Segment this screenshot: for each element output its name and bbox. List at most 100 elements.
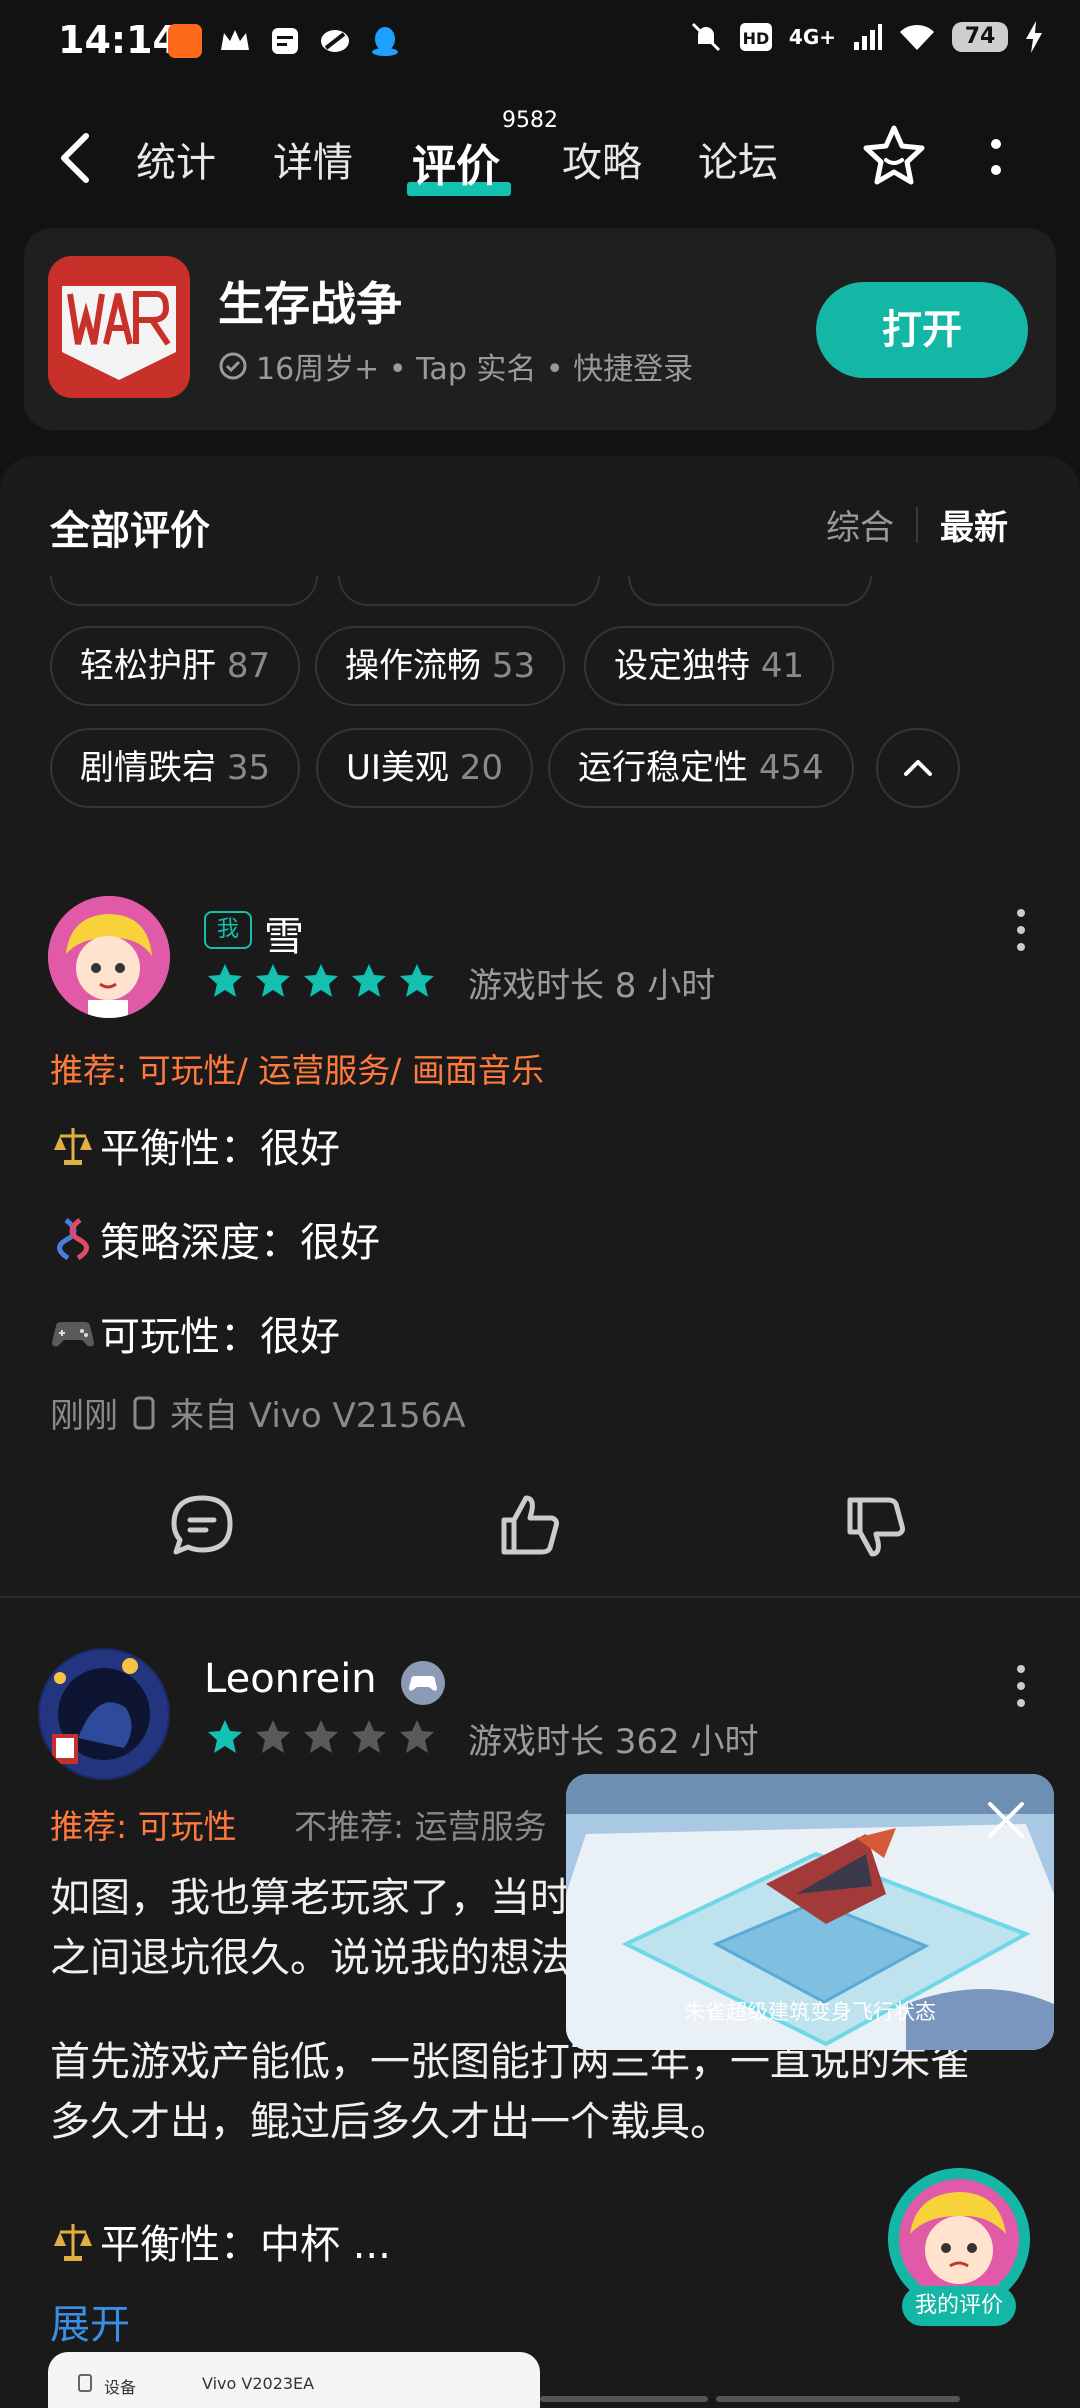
star-icon bbox=[400, 1720, 434, 1753]
taobao-notification-icon bbox=[168, 24, 202, 58]
crown-notification-icon bbox=[221, 30, 249, 50]
review-item-balance: 平衡性：中杯 ... bbox=[50, 2212, 391, 2270]
game-meta-text: 16周岁+ • Tap 实名 • 快捷登录 bbox=[256, 352, 694, 387]
review-time: 刚刚 bbox=[50, 1396, 118, 1436]
review-item-text: 平衡性：中杯 ... bbox=[100, 2222, 391, 2268]
review-device: 来自 Vivo V2156A bbox=[170, 1396, 466, 1436]
thumbs-up-icon[interactable] bbox=[496, 1490, 564, 1558]
tag-count: 20 bbox=[459, 748, 503, 788]
status-time: 14:14 bbox=[58, 18, 179, 62]
star-icon bbox=[208, 1720, 242, 1753]
reviews-panel: 全部评价 综合 最新 轻松护肝 87 操作流畅 53 设定独特 41 剧情跌宕 … bbox=[0, 456, 1080, 2408]
video-caption: 朱雀超级建筑变身飞行状态 bbox=[684, 2000, 936, 2024]
review-item-text: 平衡性：很好 bbox=[100, 1126, 340, 1172]
game-logo[interactable] bbox=[48, 256, 190, 398]
tag-label: 轻松护肝 bbox=[80, 646, 216, 686]
tag-chip[interactable]: UI美观 20 bbox=[316, 728, 533, 808]
tag-count: 454 bbox=[758, 748, 824, 788]
floating-video-player[interactable]: 朱雀超级建筑变身飞行状态 bbox=[566, 1774, 1054, 2050]
wifi-icon bbox=[900, 24, 934, 50]
tag-chip[interactable]: 操作流畅 53 bbox=[315, 626, 566, 706]
star-rating bbox=[206, 962, 436, 1000]
app-notification-icon bbox=[321, 30, 349, 52]
review-item-strategy: 策略深度：很好 bbox=[50, 1210, 380, 1268]
tag-label: 操作流畅 bbox=[345, 646, 481, 686]
review-image-thumbnail[interactable]: 设备 Vivo V2023EA bbox=[48, 2352, 540, 2408]
sort-options: 综合 最新 bbox=[826, 500, 1008, 549]
tag-chip[interactable]: 轻松护肝 87 bbox=[50, 626, 301, 706]
status-icons: HD 4G+ 74 bbox=[689, 20, 1044, 54]
sort-comprehensive[interactable]: 综合 bbox=[826, 500, 894, 549]
more-options-icon[interactable] bbox=[1014, 1664, 1028, 1708]
thumbs-down-icon[interactable] bbox=[842, 1494, 910, 1562]
chevron-up-icon bbox=[904, 760, 932, 776]
tag-chip[interactable]: 剧情跌宕 35 bbox=[50, 728, 301, 808]
thumb-label: 设备 bbox=[104, 2378, 137, 2397]
playtime: 游戏时长 8 小时 bbox=[468, 966, 716, 1006]
qq-notification-icon bbox=[372, 27, 398, 56]
tag-count: 41 bbox=[760, 646, 805, 686]
hidden-tag-chip bbox=[338, 576, 600, 606]
reviewer-name[interactable]: 雪 bbox=[264, 904, 304, 962]
tab-forum[interactable]: 论坛 bbox=[698, 130, 778, 188]
sort-latest[interactable]: 最新 bbox=[940, 500, 1008, 549]
network-type: 4G+ bbox=[788, 25, 836, 49]
svg-text:HD: HD bbox=[743, 29, 770, 48]
avatar[interactable] bbox=[38, 1648, 170, 1780]
review-item-balance: 平衡性：很好 bbox=[50, 1116, 340, 1174]
recommend-tags: 推荐: 可玩性 bbox=[50, 1807, 237, 1846]
game-developer-badge-icon bbox=[401, 1661, 445, 1705]
back-arrow-icon[interactable] bbox=[52, 128, 102, 188]
star-icon bbox=[352, 1720, 386, 1753]
open-game-button[interactable]: 打开 bbox=[816, 282, 1028, 378]
star-icon bbox=[256, 964, 290, 997]
more-menu-icon[interactable] bbox=[984, 136, 1008, 180]
battery-indicator: 74 bbox=[952, 22, 1008, 52]
comment-icon[interactable] bbox=[168, 1492, 236, 1560]
tab-reviews[interactable]: 评价 bbox=[412, 130, 500, 194]
game-meta: 16周岁+ • Tap 实名 • 快捷登录 bbox=[218, 344, 693, 388]
reviews-title: 全部评价 bbox=[50, 508, 210, 554]
review-item-text: 可玩性：很好 bbox=[100, 1314, 340, 1360]
reviewer-name[interactable]: Leonrein bbox=[204, 1656, 377, 1702]
star-icon bbox=[352, 964, 386, 997]
review-paragraph: 首先游戏产能低，一张图能打两三年，一直说的朱雀 多久才出，鲲过后多久才出一个载具… bbox=[50, 2032, 1040, 2152]
hidden-tag-chip bbox=[628, 576, 872, 606]
tag-count: 35 bbox=[226, 748, 271, 788]
not-recommend-tags: 不推荐: 运营服务 bbox=[294, 1807, 547, 1846]
tag-label: 剧情跌宕 bbox=[80, 748, 216, 788]
balance-scale-icon bbox=[54, 1128, 92, 1165]
thumb-value: Vivo V2023EA bbox=[202, 2374, 315, 2393]
notification-icons bbox=[168, 24, 402, 58]
hidden-tag-chip bbox=[50, 576, 318, 606]
game-controller-icon bbox=[52, 1322, 94, 1347]
tag-label: UI美观 bbox=[346, 748, 449, 788]
image-scroll-indicator bbox=[716, 2396, 960, 2402]
close-icon[interactable] bbox=[986, 1800, 1026, 1840]
sim-notification-icon bbox=[272, 28, 298, 54]
collapse-tags-button[interactable] bbox=[876, 728, 960, 808]
phone-icon bbox=[133, 1396, 155, 1429]
tab-guides[interactable]: 攻略 bbox=[562, 130, 642, 188]
review-item-text: 策略深度：很好 bbox=[100, 1220, 380, 1266]
tag-chip[interactable]: 运行稳定性 454 bbox=[548, 728, 854, 808]
tag-chip[interactable]: 设定独特 41 bbox=[584, 626, 835, 706]
tab-stats[interactable]: 统计 bbox=[136, 130, 216, 188]
star-icon bbox=[400, 964, 434, 997]
dna-icon bbox=[57, 1218, 89, 1261]
mute-icon bbox=[691, 22, 720, 52]
expand-link[interactable]: 展开 bbox=[50, 2292, 130, 2350]
favorite-star-icon[interactable] bbox=[860, 122, 928, 190]
star-icon bbox=[304, 1720, 338, 1753]
tag-count: 53 bbox=[491, 646, 536, 686]
image-scroll-indicator bbox=[540, 2396, 708, 2402]
review-divider bbox=[0, 1596, 1080, 1598]
avatar[interactable] bbox=[48, 896, 170, 1018]
star-rating bbox=[206, 1718, 436, 1756]
review-meta: 刚刚 来自 Vivo V2156A bbox=[50, 1388, 466, 1437]
review-item-playability: 可玩性：很好 bbox=[50, 1304, 340, 1362]
my-review-button[interactable]: 我的评价 bbox=[884, 2168, 1034, 2326]
tab-details[interactable]: 详情 bbox=[273, 130, 353, 188]
more-options-icon[interactable] bbox=[1014, 908, 1028, 952]
star-icon bbox=[304, 964, 338, 997]
